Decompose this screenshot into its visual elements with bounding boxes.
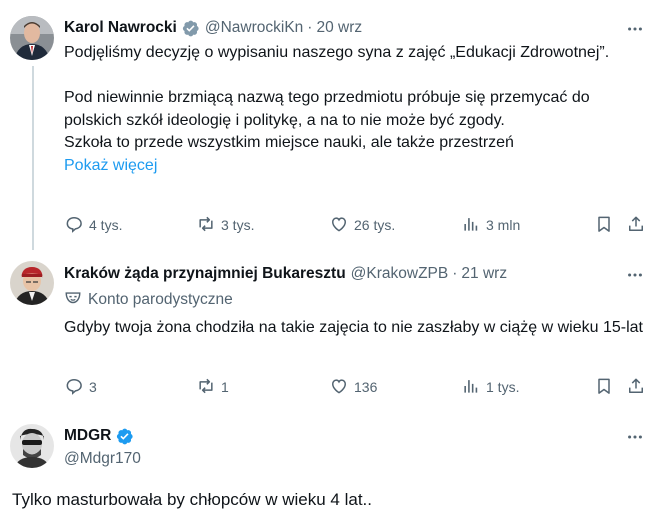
separator-dot: ·	[307, 19, 313, 36]
more-icon[interactable]	[625, 427, 645, 447]
author-name[interactable]: MDGR	[64, 427, 111, 445]
like-button[interactable]: 26 tys.	[329, 214, 395, 236]
reply-button[interactable]: 3	[64, 376, 97, 398]
like-button[interactable]: 136	[329, 376, 377, 398]
repost-button[interactable]: 1	[196, 376, 229, 398]
share-button[interactable]	[626, 214, 646, 236]
views-icon	[461, 376, 481, 399]
views-icon	[461, 214, 481, 237]
post-text: Podjęliśmy decyzję o wypisaniu naszego s…	[64, 42, 649, 177]
avatar-krakow-zpb[interactable]	[10, 261, 54, 305]
parody-label: Konto parodystyczne	[64, 289, 233, 311]
repost-icon	[196, 376, 216, 399]
parody-mask-icon	[64, 289, 88, 312]
reply-count: 4 tys.	[89, 217, 123, 233]
post-text: Tylko masturbowała by chłopców w wieku 4…	[12, 490, 372, 509]
more-icon[interactable]	[625, 19, 645, 39]
views-count: 3 mln	[486, 217, 521, 233]
bookmark-icon	[594, 376, 614, 399]
post-paragraph: Podjęliśmy decyzję o wypisaniu naszego s…	[64, 44, 610, 61]
share-button[interactable]	[626, 376, 646, 398]
post-karol-nawrocki[interactable]: Karol Nawrocki @NawrockiKn · 20 wrz Podj…	[0, 0, 661, 250]
author-name[interactable]: Karol Nawrocki	[64, 19, 177, 37]
author-handle[interactable]: @Mdgr170	[64, 450, 141, 468]
author-handle[interactable]: @NawrockiKn	[205, 19, 303, 37]
verified-badge-icon	[181, 19, 200, 38]
action-bar: 4 tys. 3 tys. 26 tys. 3 mln	[64, 214, 647, 236]
verified-badge-icon	[115, 427, 134, 446]
reply-count: 3	[89, 379, 97, 395]
repost-count: 3 tys.	[221, 217, 255, 233]
author-name[interactable]: Kraków żąda przynajmniej Bukaresztu	[64, 265, 346, 283]
share-icon	[626, 376, 646, 399]
post-header: Kraków żąda przynajmniej Bukaresztu @Kra…	[64, 263, 507, 285]
reply-button[interactable]: 4 tys.	[64, 214, 122, 236]
like-count: 26 tys.	[354, 217, 396, 233]
parody-label-text: Konto parodystyczne	[88, 291, 233, 308]
bookmark-button[interactable]	[594, 214, 614, 236]
repost-icon	[196, 214, 216, 237]
more-icon[interactable]	[625, 265, 645, 285]
post-mdgr[interactable]: MDGR @Mdgr170 Tylko masturbowała by chło…	[0, 410, 661, 526]
views-count: 1 tys.	[486, 379, 520, 395]
views-button[interactable]: 3 mln	[461, 214, 520, 236]
post-header: MDGR	[64, 425, 134, 447]
post-paragraph: Pod niewinnie brzmiącą nazwą tego przedm…	[64, 89, 590, 129]
post-krakow-zpb[interactable]: Kraków żąda przynajmniej Bukaresztu @Kra…	[0, 250, 661, 410]
post-text: Gdyby twoja żona chodziła na takie zajęc…	[64, 319, 643, 336]
separator-dot: ·	[452, 265, 458, 282]
reply-icon	[64, 376, 84, 399]
post-time[interactable]: 21 wrz	[461, 265, 507, 283]
like-icon	[329, 376, 349, 399]
avatar-mdgr[interactable]	[10, 424, 54, 468]
share-icon	[626, 214, 646, 237]
post-time[interactable]: 20 wrz	[316, 19, 362, 37]
show-more-link[interactable]: Pokaż więcej	[64, 155, 649, 178]
author-handle[interactable]: @KrakowZPB	[351, 265, 449, 283]
post-header: Karol Nawrocki @NawrockiKn · 20 wrz	[64, 17, 362, 39]
bookmark-icon	[594, 214, 614, 237]
like-icon	[329, 214, 349, 237]
repost-button[interactable]: 3 tys.	[196, 214, 254, 236]
bookmark-button[interactable]	[594, 376, 614, 398]
repost-count: 1	[221, 379, 229, 395]
like-count: 136	[354, 379, 378, 395]
action-bar: 3 1 136 1 tys.	[64, 376, 647, 398]
post-paragraph: Szkoła to przede wszystkim miejsce nauki…	[64, 134, 514, 151]
thread-line	[32, 66, 34, 250]
views-button[interactable]: 1 tys.	[461, 376, 519, 398]
reply-icon	[64, 214, 84, 237]
avatar-karol-nawrocki[interactable]	[10, 16, 54, 60]
